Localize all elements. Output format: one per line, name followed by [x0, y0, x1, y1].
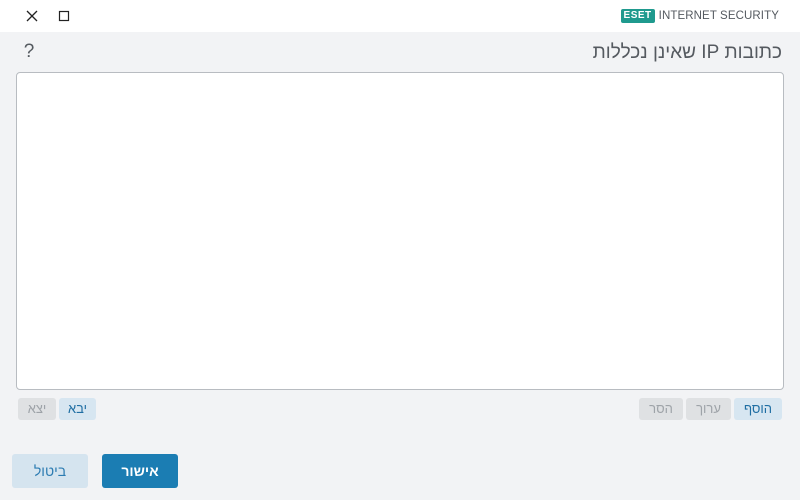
eset-logo: ESET — [620, 9, 655, 23]
export-button[interactable]: יצא — [18, 398, 56, 420]
page-title: כתובות IP שאינן נכללות — [592, 42, 782, 63]
close-icon[interactable] — [20, 4, 44, 28]
title-bar: ESET INTERNET SECURITY — [0, 0, 800, 32]
ok-button[interactable]: אישור — [102, 454, 178, 488]
import-button[interactable]: יבא — [59, 398, 96, 420]
product-brand: ESET INTERNET SECURITY — [620, 8, 779, 24]
product-name: INTERNET SECURITY — [658, 10, 779, 22]
cancel-button[interactable]: ביטול — [12, 454, 88, 488]
excluded-ip-list[interactable] — [16, 72, 784, 390]
maximize-icon[interactable] — [52, 4, 76, 28]
help-button[interactable]: ? — [20, 40, 38, 64]
edit-button[interactable]: ערוך — [686, 398, 731, 420]
remove-button[interactable]: הסר — [639, 398, 683, 420]
add-button[interactable]: הוסף — [734, 398, 782, 420]
